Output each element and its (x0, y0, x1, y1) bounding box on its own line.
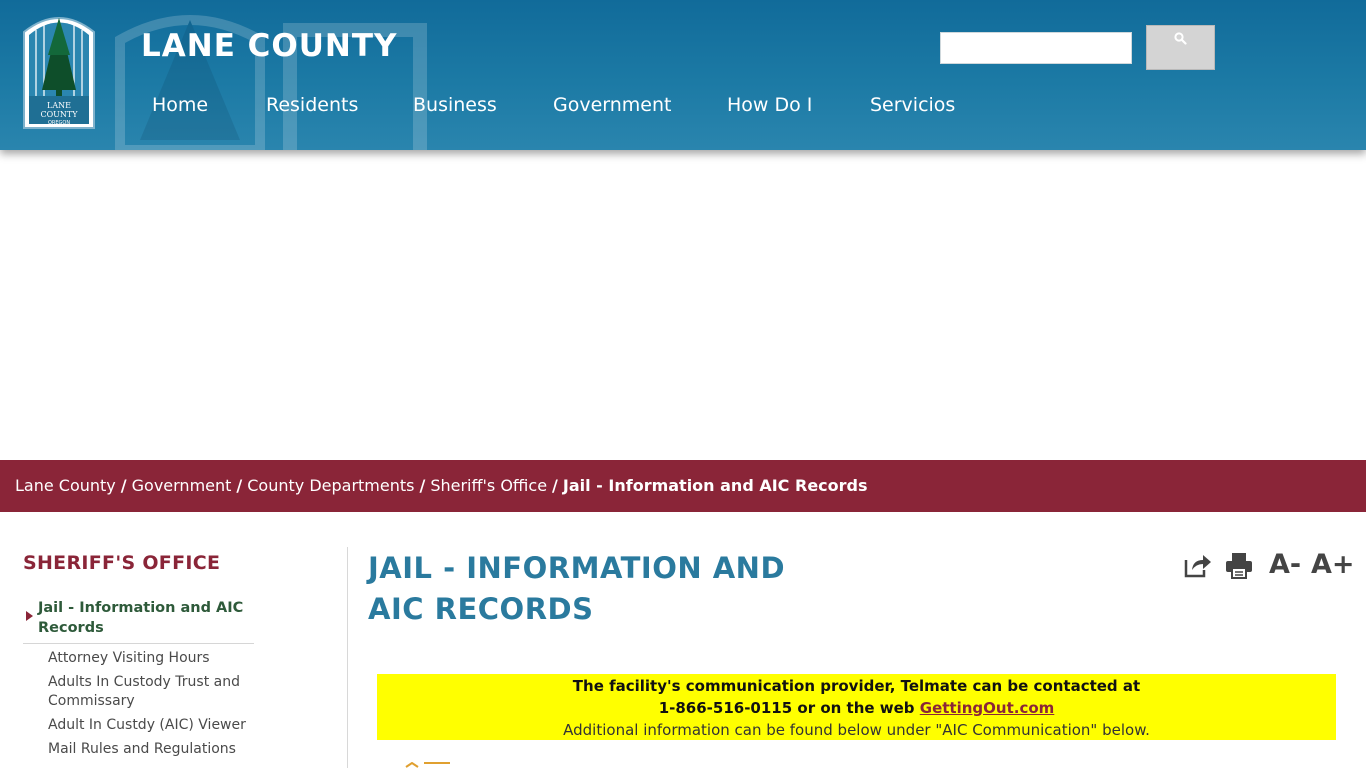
page-title: JAIL - INFORMATION AND AIC RECORDS (368, 551, 786, 626)
search-input[interactable] (940, 32, 1132, 64)
nav-business[interactable]: Business (413, 94, 497, 116)
sidebar-item-label: Jail - Information and AIC Records (38, 600, 244, 636)
logo-text-oregon: OREGON (48, 120, 70, 126)
gettingout-link[interactable]: GettingOut.com (920, 699, 1055, 717)
breadcrumb-current: Jail - Information and AIC Records (562, 476, 868, 495)
search-button[interactable] (1146, 25, 1215, 70)
sidebar-item-trust-commissary[interactable]: Adults In Custody Trust and Commissary (48, 673, 248, 711)
logo-text-county: COUNTY (40, 110, 78, 119)
caret-right-icon (26, 611, 33, 621)
sidebar-item-mail-rules[interactable]: Mail Rules and Regulations (48, 740, 248, 759)
communication-notice: The facility's communication provider, T… (377, 674, 1336, 740)
share-icon[interactable] (1183, 551, 1213, 579)
nav-servicios[interactable]: Servicios (870, 94, 955, 116)
breadcrumb-item[interactable]: Lane County (15, 476, 116, 495)
breadcrumb-item[interactable]: Sheriff's Office (430, 476, 547, 495)
notice-phone-text: 1-866-516-0115 or on the web (658, 699, 915, 717)
notice-line-1: The facility's communication provider, T… (572, 677, 1141, 695)
nav-home[interactable]: Home (152, 94, 208, 116)
site-header: LANE COUNTY OREGON LANE COUNTY Home Resi… (0, 0, 1366, 150)
font-decrease-button[interactable]: A- (1269, 549, 1301, 580)
logo-text-lane: LANE (47, 101, 71, 110)
notice-line-3: Additional information can be found belo… (563, 721, 1150, 739)
breadcrumb-item[interactable]: County Departments (247, 476, 414, 495)
nav-government[interactable]: Government (553, 94, 672, 116)
site-title[interactable]: LANE COUNTY (141, 28, 397, 64)
sidebar-item-active[interactable]: Jail - Information and AIC Records (23, 597, 254, 644)
sidebar-item-aic-viewer[interactable]: Adult In Custdy (AIC) Viewer (48, 716, 248, 735)
print-icon[interactable] (1224, 551, 1254, 579)
content-divider (347, 547, 348, 768)
breadcrumb: Lane County / Government / County Department… (0, 460, 1366, 512)
nav-how-do-i[interactable]: How Do I (727, 94, 812, 116)
tree-watermark-icon (115, 15, 427, 150)
sidebar-item-attorney-visiting-hours[interactable]: Attorney Visiting Hours (48, 649, 248, 668)
section-icon (405, 762, 450, 768)
font-increase-button[interactable]: A+ (1311, 549, 1355, 580)
lane-county-logo[interactable]: LANE COUNTY OREGON (20, 10, 98, 132)
sidebar-title[interactable]: SHERIFF'S OFFICE (23, 552, 220, 574)
notice-line-2: 1-866-516-0115 or on the web GettingOut.… (377, 697, 1336, 719)
search-icon (1174, 32, 1187, 45)
breadcrumb-item[interactable]: Government (132, 476, 232, 495)
nav-residents[interactable]: Residents (266, 94, 358, 116)
